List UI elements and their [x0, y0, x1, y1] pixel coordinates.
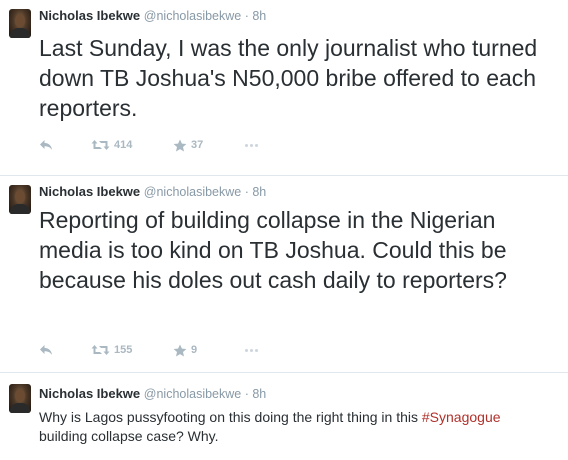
username-and-time[interactable]: @nicholasibekwe · 8h — [144, 185, 266, 199]
fullname[interactable]: Nicholas Ibekwe — [39, 8, 140, 23]
tweet[interactable]: Nicholas Ibekwe @nicholasibekwe · 8h Why… — [0, 373, 568, 460]
tweet-text: Why is Lagos pussyfooting on this doing … — [39, 408, 509, 446]
retweet-button[interactable]: 155 — [91, 342, 132, 358]
avatar-shoulders — [10, 28, 30, 38]
avatar[interactable] — [9, 9, 31, 38]
favorite-button[interactable]: 9 — [173, 342, 197, 358]
more-button[interactable] — [245, 137, 258, 153]
reply-icon — [40, 345, 52, 355]
avatar-face — [15, 389, 25, 402]
retweet-icon — [91, 345, 110, 355]
favorite-button[interactable]: 37 — [173, 137, 203, 153]
tweet-text: Last Sunday, I was the only journalist w… — [39, 35, 538, 121]
username-and-time[interactable]: @nicholasibekwe · 8h — [144, 9, 266, 23]
star-icon — [173, 139, 187, 151]
avatar[interactable] — [9, 185, 31, 214]
retweet-count: 414 — [114, 139, 133, 151]
avatar-face — [15, 190, 25, 203]
hashtag-link[interactable]: #Synagogue — [422, 409, 501, 425]
avatar[interactable] — [9, 384, 31, 413]
tweet-text-before: Why is Lagos pussyfooting on this doing … — [39, 409, 422, 425]
retweet-icon — [91, 140, 110, 150]
more-dots-icon — [245, 137, 258, 153]
avatar-shoulders — [10, 403, 30, 413]
fullname[interactable]: Nicholas Ibekwe — [39, 184, 140, 199]
favorite-count: 37 — [191, 139, 204, 151]
star-icon — [173, 344, 187, 356]
tweet[interactable]: Nicholas Ibekwe @nicholasibekwe · 8h Las… — [0, 0, 568, 176]
favorite-count: 9 — [191, 344, 198, 356]
tweet-header: Nicholas Ibekwe @nicholasibekwe · 8h — [39, 184, 266, 200]
tweet-header: Nicholas Ibekwe @nicholasibekwe · 8h — [39, 386, 266, 402]
fullname[interactable]: Nicholas Ibekwe — [39, 386, 140, 401]
tweet[interactable]: Nicholas Ibekwe @nicholasibekwe · 8h Rep… — [0, 176, 568, 373]
avatar-shoulders — [10, 204, 30, 214]
reply-button[interactable] — [39, 342, 53, 358]
reply-button[interactable] — [39, 137, 53, 153]
more-button[interactable] — [245, 342, 258, 358]
tweet-text: Reporting of building collapse in the Ni… — [39, 207, 507, 293]
more-dots-icon — [245, 342, 258, 358]
timeline: Nicholas Ibekwe @nicholasibekwe · 8h Las… — [0, 0, 568, 460]
avatar-face — [15, 14, 25, 27]
retweet-count: 155 — [114, 344, 133, 356]
reply-icon — [40, 140, 52, 150]
username-and-time[interactable]: @nicholasibekwe · 8h — [144, 387, 266, 401]
retweet-button[interactable]: 414 — [91, 137, 132, 153]
tweet-header: Nicholas Ibekwe @nicholasibekwe · 8h — [39, 8, 266, 24]
tweet-text-after: building collapse case? Why. — [39, 428, 219, 444]
